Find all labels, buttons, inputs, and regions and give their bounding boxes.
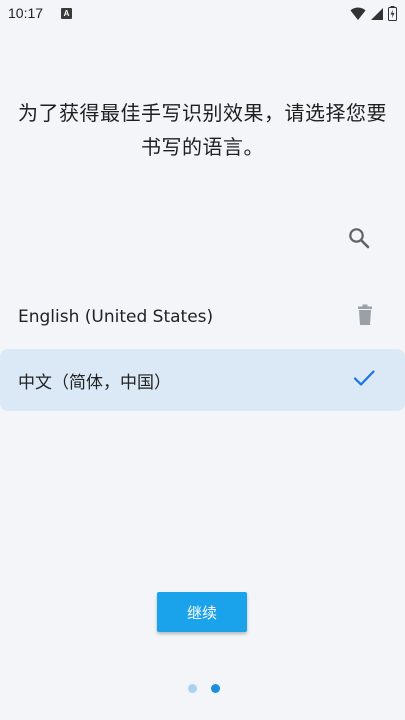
page-dot-2-active: [211, 684, 220, 693]
status-icons: [350, 6, 397, 25]
headline-line-2: 书写的语言。: [141, 135, 264, 159]
signal-icon: [370, 6, 384, 25]
language-item-english[interactable]: English (United States): [0, 286, 405, 348]
page-indicator: [188, 684, 220, 693]
continue-button[interactable]: 继续: [157, 592, 247, 632]
app-notification-icon: A: [61, 8, 72, 19]
trash-icon: [355, 304, 375, 330]
language-label: English (United States): [18, 307, 214, 327]
battery-icon: [388, 6, 397, 25]
selected-indicator: [353, 369, 375, 391]
page-headline: 为了获得最佳手写识别效果，请选择您要 书写的语言。: [0, 96, 405, 164]
language-item-chinese-simplified[interactable]: 中文（简体，中国）: [0, 349, 405, 411]
delete-language-button[interactable]: [355, 304, 375, 330]
status-time: 10:17: [8, 5, 44, 21]
page-dot-1: [188, 684, 197, 693]
wifi-icon: [350, 6, 366, 25]
status-bar: 10:17 A: [0, 0, 405, 28]
language-label: 中文（简体，中国）: [18, 372, 171, 393]
search-icon: [348, 227, 370, 253]
check-icon: [353, 369, 375, 391]
search-button[interactable]: [344, 225, 374, 255]
headline-line-1: 为了获得最佳手写识别效果，请选择您要: [18, 101, 387, 125]
